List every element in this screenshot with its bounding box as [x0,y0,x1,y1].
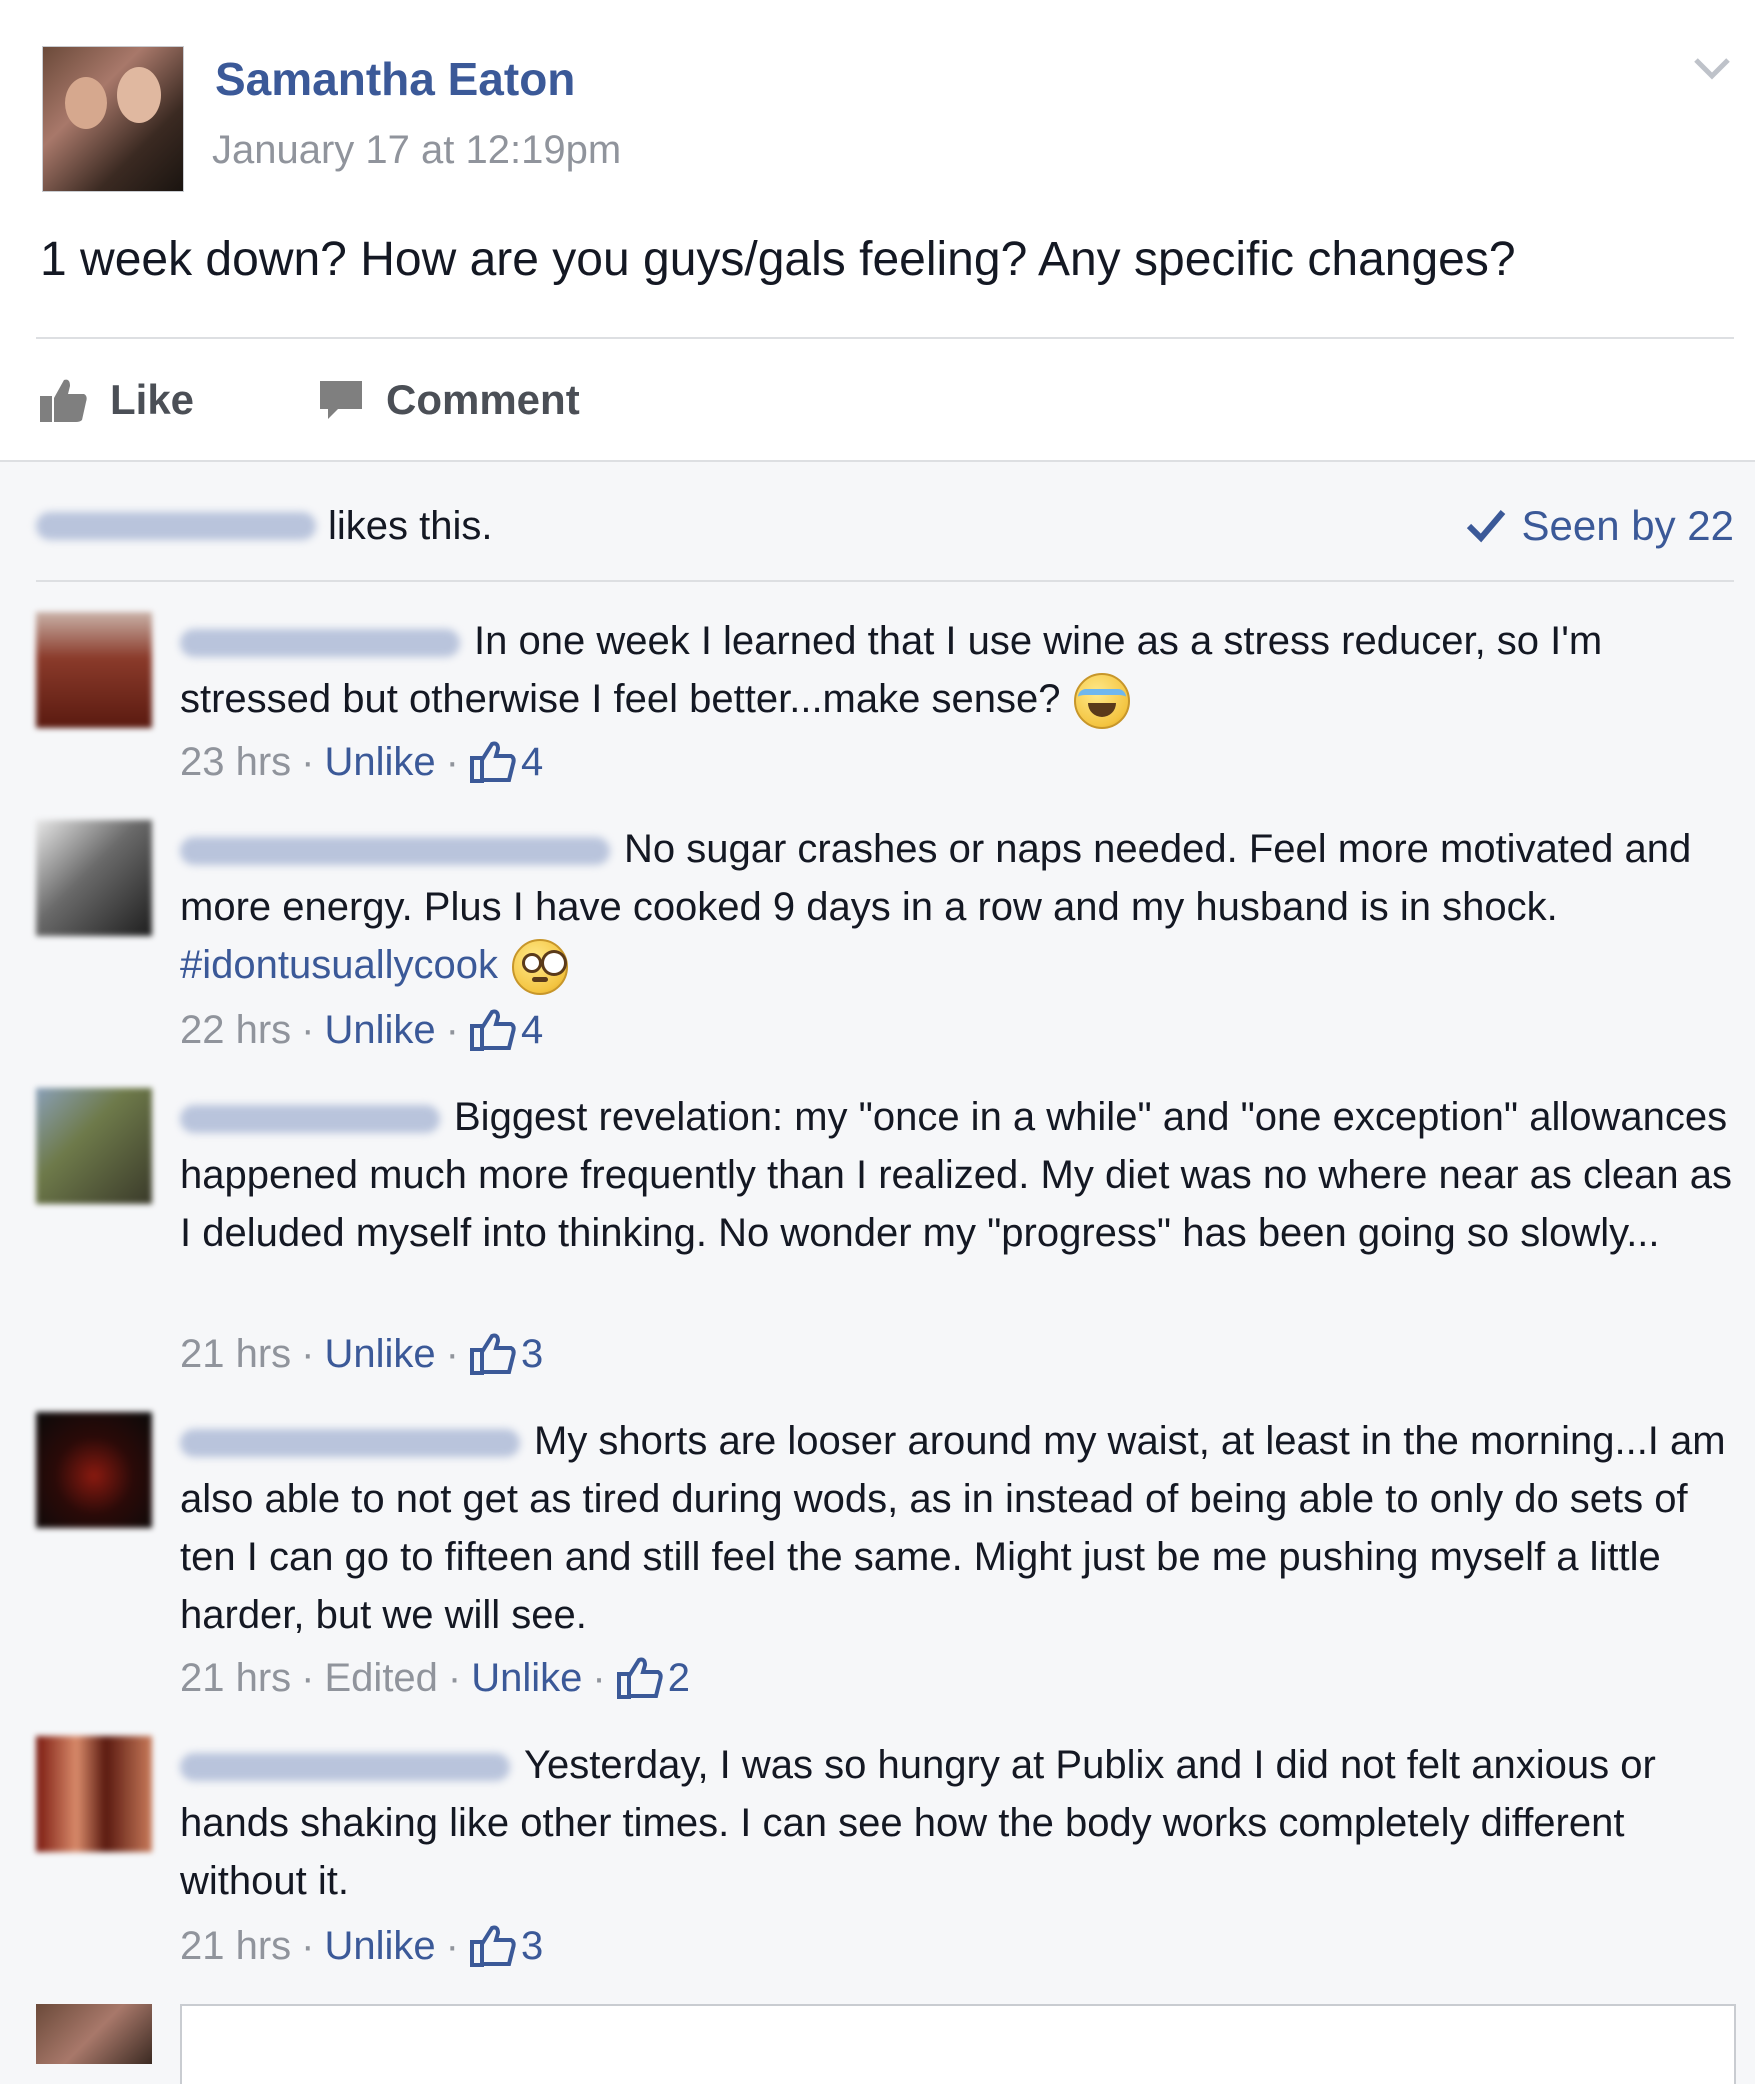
commenter-name-redacted[interactable] [180,1753,510,1782]
comment-body: Biggest revelation: my "once in a while"… [180,1088,1735,1262]
like-count: 3 [520,1923,544,1968]
comment-like-count[interactable]: 4 [469,1008,543,1053]
tears-of-joy-emoji [1074,673,1131,730]
comment-meta: 21 hrs · Unlike · 3 [180,1326,543,1382]
edited-label[interactable]: Edited [325,1656,438,1701]
divider [36,337,1734,339]
commenter-name-redacted[interactable] [180,837,610,866]
seen-by-label: Seen by 22 [1521,502,1734,549]
flushed-face-emoji [512,939,568,996]
thumbs-up-outline-icon [616,1657,663,1699]
like-count: 4 [520,1007,544,1052]
thumbs-up-outline-icon [469,741,516,783]
separator: · [301,1923,315,1968]
post-timestamp[interactable]: January 17 at 12:19pm [212,128,621,173]
comment-like-count[interactable]: 3 [469,1332,543,1377]
comment-like-count[interactable]: 4 [469,740,543,785]
comment: Biggest revelation: my "once in a while"… [36,1088,1736,1388]
comment-meta: 21 hrs · Unlike · 3 [180,1918,543,1974]
comment-time[interactable]: 21 hrs [180,1656,291,1701]
checkmark-icon [1467,510,1506,543]
likes-text: likes this. [328,503,493,548]
like-button[interactable]: Like [38,372,194,428]
separator: · [445,1923,459,1968]
liker-name-redacted[interactable] [36,512,316,540]
post-text: 1 week down? How are you guys/gals feeli… [40,233,1516,286]
like-count: 4 [520,739,544,784]
author-name[interactable]: Samantha Eaton [215,52,575,106]
separator: · [445,739,459,784]
hashtag-link[interactable]: #idontusuallycook [180,943,498,987]
separator: · [445,1007,459,1052]
comment-body: No sugar crashes or naps needed. Feel mo… [180,820,1735,996]
like-count: 3 [520,1331,544,1376]
like-label: Like [110,376,195,423]
comment-meta: 23 hrs · Unlike · 4 [180,734,543,790]
post-card: Samantha Eaton January 17 at 12:19pm 1 w… [0,0,1755,462]
comment: No sugar crashes or naps needed. Feel mo… [36,820,1736,1060]
like-count: 2 [667,1655,690,1700]
comment-icon [320,381,362,419]
seen-by[interactable]: Seen by 22 [1465,498,1734,554]
commenter-avatar[interactable] [36,1736,152,1852]
current-user-avatar [36,2004,152,2064]
comment-body: Yesterday, I was so hungry at Publix and… [180,1736,1735,1910]
thumbs-up-icon [40,379,87,422]
unlike-link[interactable]: Unlike [471,1656,582,1701]
comment-meta: 22 hrs · Unlike · 4 [180,1002,543,1058]
likes-summary: likes this. [36,498,493,554]
commenter-name-redacted[interactable] [180,1429,520,1458]
comment-like-count[interactable]: 3 [469,1924,543,1969]
unlike-link[interactable]: Unlike [325,1924,436,1969]
commenter-avatar[interactable] [36,1412,152,1528]
comment-body: In one week I learned that I use wine as… [180,612,1735,730]
separator: · [301,1331,315,1376]
separator: · [592,1655,606,1700]
comment-time[interactable]: 22 hrs [180,1008,291,1053]
author-avatar[interactable] [42,46,184,192]
commenter-name-redacted[interactable] [180,629,460,658]
comment-time[interactable]: 23 hrs [180,740,291,785]
separator: · [301,1655,315,1700]
comment-body: My shorts are looser around my waist, at… [180,1412,1735,1644]
comment-time[interactable]: 21 hrs [180,1924,291,1969]
comment: Yesterday, I was so hungry at Publix and… [36,1736,1736,1976]
commenter-name-redacted[interactable] [180,1105,440,1134]
comment-like-count[interactable]: 2 [616,1656,690,1701]
comment: In one week I learned that I use wine as… [36,612,1736,792]
separator: · [445,1331,459,1376]
comment-label: Comment [386,376,580,423]
comment-button[interactable]: Comment [318,372,580,428]
chevron-down-icon[interactable] [1688,44,1736,92]
thumbs-up-outline-icon [469,1009,516,1051]
unlike-link[interactable]: Unlike [325,1008,436,1053]
likes-bar: likes this. Seen by 22 [36,498,1734,582]
comment-time[interactable]: 21 hrs [180,1332,291,1377]
thumbs-up-outline-icon [469,1925,516,1967]
separator: · [301,1007,315,1052]
thumbs-up-outline-icon [469,1333,516,1375]
commenter-avatar[interactable] [36,612,152,728]
comment: My shorts are looser around my waist, at… [36,1412,1736,1712]
separator: · [447,1655,462,1700]
commenter-avatar[interactable] [36,820,152,936]
unlike-link[interactable]: Unlike [325,740,436,785]
unlike-link[interactable]: Unlike [325,1332,436,1377]
commenter-avatar[interactable] [36,1088,152,1204]
comment-input[interactable] [180,2004,1736,2084]
comment-meta: 21 hrs · Edited · Unlike · 2 [180,1650,690,1706]
separator: · [301,739,315,784]
